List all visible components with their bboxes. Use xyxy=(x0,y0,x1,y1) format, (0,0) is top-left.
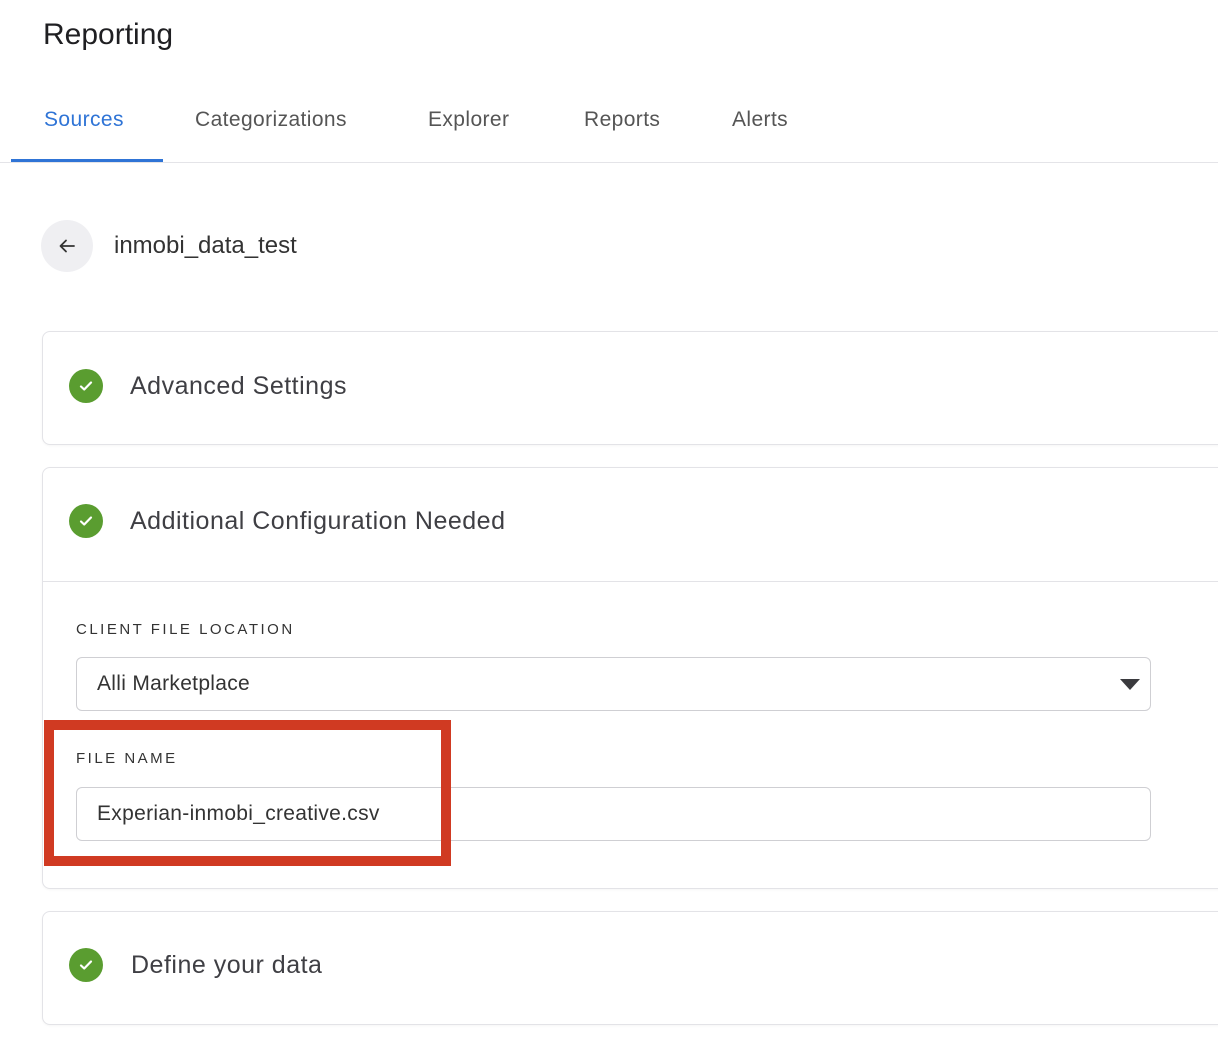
tab-explorer[interactable]: Explorer xyxy=(428,108,509,132)
section-define-your-data[interactable]: Define your data xyxy=(42,911,1218,1025)
section-divider xyxy=(43,581,1218,582)
section-title: Advanced Settings xyxy=(130,372,347,400)
highlight-box xyxy=(44,720,451,866)
source-name: inmobi_data_test xyxy=(114,232,297,259)
check-circle-icon xyxy=(69,504,103,538)
check-circle-icon xyxy=(69,948,103,982)
page-title: Reporting xyxy=(43,18,174,51)
section-title: Define your data xyxy=(131,951,323,979)
arrow-left-icon xyxy=(59,239,75,253)
tab-sources[interactable]: Sources xyxy=(44,108,124,132)
tab-reports[interactable]: Reports xyxy=(584,108,660,132)
select-value: Alli Marketplace xyxy=(97,672,251,695)
client-file-location-label: CLIENT FILE LOCATION xyxy=(76,621,295,638)
check-circle-icon xyxy=(69,369,103,403)
tab-categorizations[interactable]: Categorizations xyxy=(195,108,347,132)
section-advanced-settings[interactable]: Advanced Settings xyxy=(42,331,1218,445)
tab-alerts[interactable]: Alerts xyxy=(732,108,788,132)
client-file-location-select[interactable]: Alli Marketplace xyxy=(76,657,1151,711)
back-button[interactable] xyxy=(41,220,93,272)
caret-down-icon xyxy=(1120,679,1140,690)
tab-divider xyxy=(0,162,1218,163)
section-title[interactable]: Additional Configuration Needed xyxy=(130,507,505,536)
